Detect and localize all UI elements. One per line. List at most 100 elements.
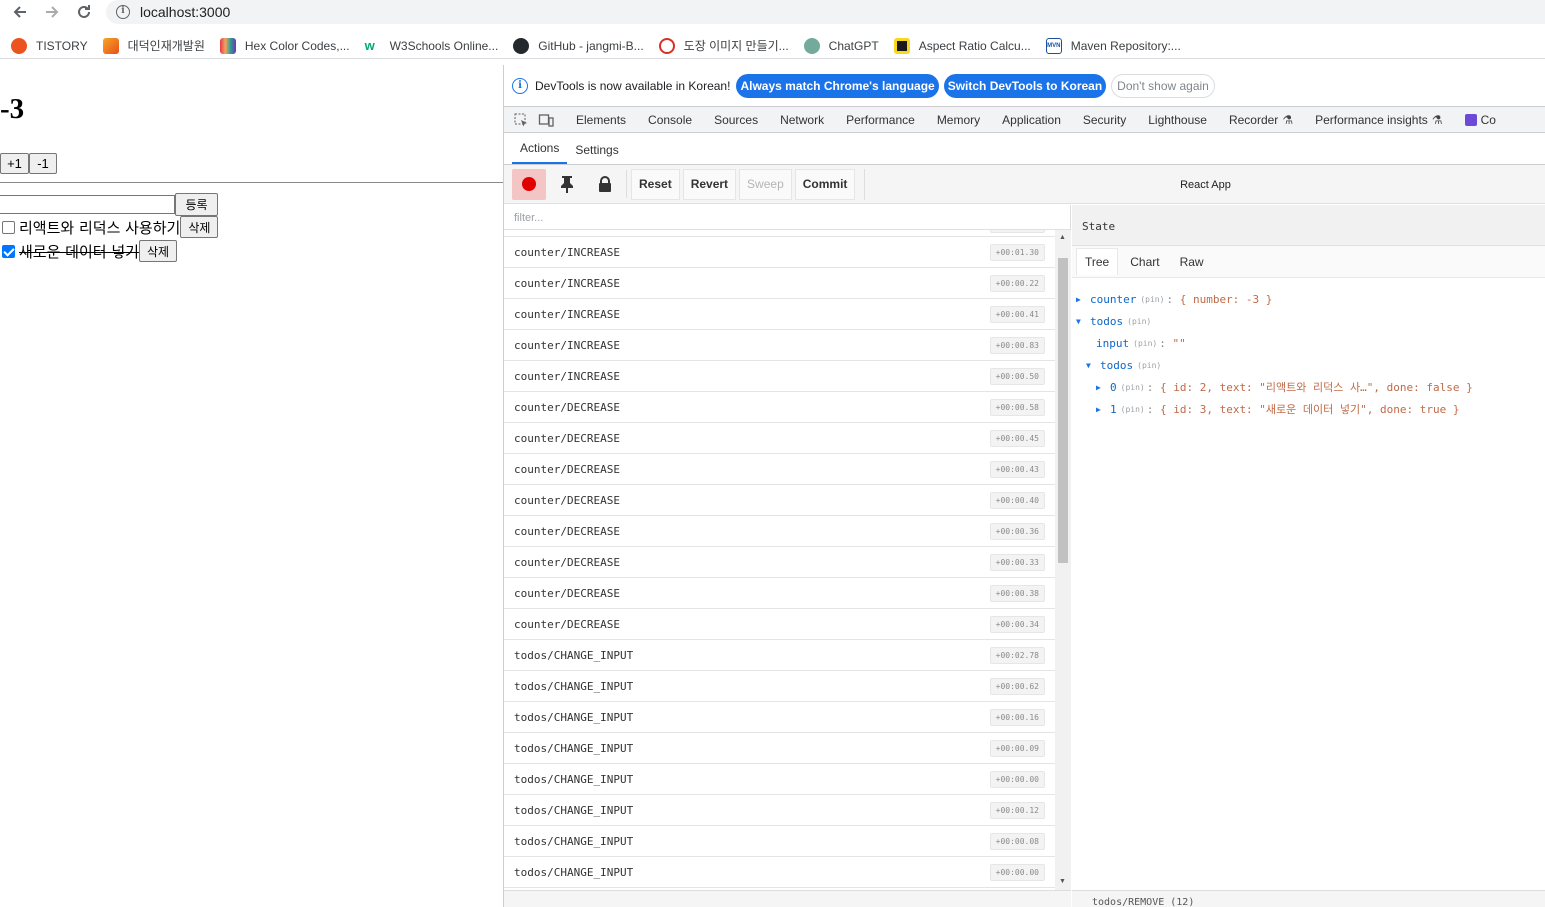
bookmark-item[interactable]: TISTORY	[11, 37, 88, 54]
action-time: +00:00.34	[989, 615, 1045, 633]
action-type: counter/INCREASE	[514, 245, 620, 259]
action-row[interactable]: counter/DECREASE +00:00.43	[504, 454, 1055, 485]
tree-node-counter[interactable]: ▶ counter (pin): { number: -3 }	[1076, 288, 1542, 310]
tab-settings[interactable]: Settings	[567, 143, 626, 164]
action-type: counter/DECREASE	[514, 524, 620, 538]
collapse-arrow-icon[interactable]: ▼	[1086, 361, 1100, 370]
collapse-arrow-icon[interactable]: ▼	[1076, 317, 1090, 326]
bookmark-item[interactable]: 대덕인재개발원	[102, 37, 205, 54]
bookmark-item[interactable]: ChatGPT	[803, 37, 879, 54]
expand-arrow-icon[interactable]: ▶	[1096, 405, 1110, 414]
lock-button[interactable]	[588, 169, 622, 200]
tab-lighthouse[interactable]: Lighthouse	[1148, 113, 1207, 127]
reload-button[interactable]	[71, 0, 97, 24]
match-language-button[interactable]: Always match Chrome's language	[736, 73, 939, 98]
tab-tree[interactable]: Tree	[1076, 248, 1119, 275]
bookmark-item[interactable]: Aspect Ratio Calcu...	[893, 37, 1031, 54]
bookmark-item[interactable]: Hex Color Codes,...	[219, 37, 350, 54]
action-row[interactable]: counter/INCREASE +00:01.30	[504, 237, 1055, 268]
action-row[interactable]: counter/DECREASE +00:00.38	[504, 578, 1055, 609]
tab-console[interactable]: Console	[648, 113, 692, 127]
tab-performance-insights[interactable]: Performance insights ⚗	[1315, 113, 1442, 127]
tab-actions[interactable]: Actions	[512, 141, 568, 164]
tab-memory[interactable]: Memory	[937, 113, 980, 127]
infobar-message: DevTools is now available in Korean!	[535, 78, 731, 93]
action-row[interactable]: counter/DECREASE +00:00.36	[504, 516, 1055, 547]
expand-arrow-icon[interactable]: ▶	[1096, 383, 1110, 392]
tree-node-todos[interactable]: ▼ todos (pin)	[1076, 310, 1542, 332]
action-row[interactable]: todos/CHANGE_INPUT +00:00.08	[504, 826, 1055, 857]
action-row[interactable]: counter/DECREASE +00:00.34	[504, 609, 1055, 640]
tab-application[interactable]: Application	[1002, 113, 1061, 127]
decrease-button[interactable]: -1	[29, 153, 57, 174]
action-row[interactable]: todos/CHANGE_INPUT +00:00.62	[504, 671, 1055, 702]
scrollbar[interactable]: ▲ ▼	[1055, 230, 1071, 890]
w3schools-icon: w	[364, 37, 375, 53]
reset-button[interactable]: Reset	[631, 168, 680, 200]
sweep-button[interactable]: Sweep	[739, 168, 792, 200]
bookmark-item[interactable]: MVN Maven Repository:...	[1045, 37, 1181, 54]
action-row[interactable]: todos/CHANGE_INPUT +00:00.16	[504, 702, 1055, 733]
tree-node-todo-0[interactable]: ▶ 0 (pin): { id: 2, text: "리액트와 리덕스 사…",…	[1076, 376, 1542, 398]
action-filter-input[interactable]: filter...	[504, 205, 1070, 230]
action-row[interactable]: todos/CHANGE_INPUT +00:02.78	[504, 640, 1055, 671]
revert-button[interactable]: Revert	[682, 168, 737, 200]
delete-button[interactable]: 삭제	[180, 216, 219, 238]
tree-node-todos-list[interactable]: ▼ todos (pin)	[1076, 354, 1542, 376]
tab-chart[interactable]: Chart	[1122, 249, 1167, 275]
action-row[interactable]: todos/CHANGE_INPUT +00:00.12	[504, 795, 1055, 826]
switch-korean-button[interactable]: Switch DevTools to Korean	[943, 73, 1107, 98]
todo-checkbox[interactable]	[2, 244, 15, 258]
url-text: localhost:3000	[140, 4, 231, 20]
device-toolbar-icon[interactable]	[538, 112, 554, 128]
inspect-element-icon[interactable]	[513, 112, 529, 128]
todo-checkbox[interactable]	[2, 220, 15, 234]
action-row[interactable]: todos/CHANGE_INPUT +00:00.00	[504, 857, 1055, 888]
tab-performance[interactable]: Performance	[846, 113, 915, 127]
action-row[interactable]: counter/INCREASE +00:00.50	[504, 361, 1055, 392]
tab-raw[interactable]: Raw	[1172, 249, 1212, 275]
tree-node-todo-1[interactable]: ▶ 1 (pin): { id: 3, text: "새로운 데이터 넣기", …	[1076, 398, 1542, 420]
tab-components[interactable]: Co	[1464, 113, 1496, 127]
bookmark-item[interactable]: w W3Schools Online...	[365, 38, 499, 54]
action-row[interactable]: counter/INCREASE +00:00.83	[504, 330, 1055, 361]
tab-elements[interactable]: Elements	[576, 113, 626, 127]
tab-sources[interactable]: Sources	[714, 113, 758, 127]
increase-button[interactable]: +1	[0, 153, 29, 174]
todo-text: 리액트와 리덕스 사용하기	[19, 218, 181, 237]
forward-button[interactable]	[39, 0, 65, 24]
action-row[interactable]: todos/CHANGE_INPUT +00:00.09	[504, 733, 1055, 764]
action-row[interactable]: counter/INCREASE +00:00.41	[504, 299, 1055, 330]
tab-recorder[interactable]: Recorder ⚗	[1229, 113, 1293, 127]
tab-security[interactable]: Security	[1083, 113, 1126, 127]
bookmark-item[interactable]: 도장 이미지 만들기...	[658, 37, 789, 54]
action-row[interactable]: todos/CHANGE_INPUT +00:00.00	[504, 764, 1055, 795]
instance-selector[interactable]: React App	[864, 169, 1545, 200]
tree-node-input[interactable]: input (pin): ""	[1076, 332, 1542, 354]
todo-input[interactable]	[0, 195, 175, 214]
action-type: counter/INCREASE	[514, 369, 620, 383]
action-type: todos/CHANGE_INPUT	[514, 772, 634, 786]
action-row[interactable]: counter/INCREASE +00:00.22	[504, 268, 1055, 299]
delete-button[interactable]: 삭제	[138, 240, 178, 262]
persist-button[interactable]	[550, 169, 584, 200]
action-row[interactable]: counter/DECREASE +00:00.33	[504, 547, 1055, 578]
scroll-up-icon[interactable]: ▲	[1059, 234, 1066, 241]
record-button[interactable]	[512, 168, 546, 200]
scroll-thumb[interactable]	[1058, 258, 1068, 563]
action-row[interactable]: counter/DECREASE +00:00.40	[504, 485, 1055, 516]
action-time: +00:00.22	[989, 274, 1045, 292]
commit-button[interactable]: Commit	[794, 168, 856, 200]
tab-network[interactable]: Network	[780, 113, 824, 127]
site-info-icon[interactable]: i	[116, 5, 130, 19]
register-button[interactable]: 등록	[175, 193, 218, 216]
expand-arrow-icon[interactable]: ▶	[1076, 295, 1090, 304]
action-type: todos/CHANGE_INPUT	[514, 803, 634, 817]
scroll-down-icon[interactable]: ▼	[1059, 878, 1066, 885]
bookmark-item[interactable]: GitHub - jangmi-B...	[513, 37, 644, 54]
address-bar[interactable]: i localhost:3000	[106, 0, 1545, 24]
action-row[interactable]: counter/DECREASE +00:00.45	[504, 423, 1055, 454]
action-row[interactable]: counter/DECREASE +00:00.58	[504, 392, 1055, 423]
back-button[interactable]	[7, 0, 33, 24]
dont-show-again-button[interactable]: Don't show again	[1111, 73, 1215, 98]
